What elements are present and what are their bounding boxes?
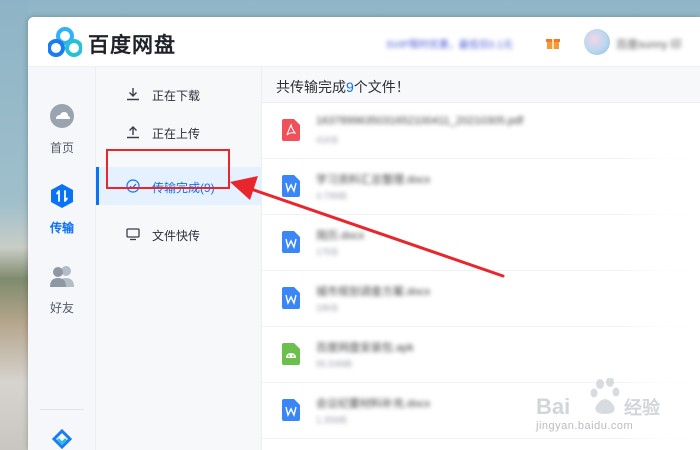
desktop-wallpaper xyxy=(0,0,28,450)
submenu-label-downloading: 正在下载 xyxy=(152,89,201,103)
file-size: 95.54MB xyxy=(316,359,353,369)
transfer-submenu: 正在下载 正在上传 传输完成(9) 文件快传 xyxy=(96,67,262,450)
username-tail: 印 xyxy=(670,39,682,51)
word-file-icon xyxy=(282,231,300,253)
submenu-quick-transfer[interactable]: 文件快传 xyxy=(96,215,262,253)
file-name: 1637899635031652100411_20210305.pdf xyxy=(316,115,524,127)
submenu-label-uploading: 正在上传 xyxy=(152,127,201,141)
file-size: 18KB xyxy=(316,303,339,313)
file-name: 会议纪要材料补充.docx xyxy=(316,398,431,410)
apk-file-icon xyxy=(282,343,300,365)
title-prefix: 共传输完成 xyxy=(276,79,346,95)
nav-item-friends[interactable]: 好友 xyxy=(28,263,96,323)
file-name: 百度网盘安装包.apk xyxy=(316,342,414,354)
transfer-icon xyxy=(51,184,73,208)
baidu-netdisk-logo-icon xyxy=(48,27,82,57)
content-header: 共传输完成9个文件！ xyxy=(262,67,700,103)
file-name: 城市规划调查方案.docx xyxy=(316,286,431,298)
word-file-icon xyxy=(282,175,300,197)
file-name: 简历.docx xyxy=(316,230,365,242)
username[interactable]: 百度sunny 印 xyxy=(616,36,681,52)
app-brand-name: 百度网盘 xyxy=(88,34,176,57)
svip-promo-link[interactable]: SVIP限时优惠，最低仅0.1元 xyxy=(386,36,513,51)
username-text: 百度sunny xyxy=(616,39,668,51)
word-file-icon xyxy=(282,287,300,309)
file-size: 1.35MB xyxy=(316,415,348,425)
nav-label-friends: 好友 xyxy=(49,301,74,315)
title-suffix: 个文件！ xyxy=(353,79,410,95)
pdf-file-icon xyxy=(282,119,300,141)
file-size: 17KB xyxy=(316,247,339,257)
file-size: 4.79MB xyxy=(316,191,348,201)
file-size: 41KB xyxy=(316,135,339,145)
nav-item-transfer[interactable]: 传输 xyxy=(28,183,96,243)
upload-icon xyxy=(127,126,139,139)
user-avatar[interactable] xyxy=(584,29,610,55)
main-nav: 首页 传输 好友 xyxy=(28,67,96,450)
cloud-home-icon xyxy=(50,104,74,128)
submenu-uploading[interactable]: 正在上传 xyxy=(96,113,262,151)
nav-label-transfer: 传输 xyxy=(49,221,74,235)
watermark-url: jingyan.baidu.com xyxy=(536,420,634,432)
annotation-highlight-box xyxy=(106,149,230,189)
monitor-icon xyxy=(126,228,140,241)
app-header: 百度网盘 SVIP限时优惠，最低仅0.1元 百度sunny 印 xyxy=(28,17,700,67)
file-name: 学习资料汇总整理.docx xyxy=(316,174,431,186)
completed-count: 9 xyxy=(346,79,354,95)
gift-icon[interactable] xyxy=(546,36,560,50)
friends-icon xyxy=(50,266,74,287)
nav-label-home: 首页 xyxy=(49,141,74,155)
watermark-brand-prefix: Bai xyxy=(536,394,570,419)
watermark-brand-suffix: 经验 xyxy=(624,397,661,419)
nav-divider xyxy=(40,409,84,410)
baidu-jingyan-watermark: Bai 经验 xyxy=(536,378,661,419)
submenu-label-quick-transfer: 文件快传 xyxy=(152,229,201,243)
word-file-icon xyxy=(282,399,300,421)
nav-item-home[interactable]: 首页 xyxy=(28,103,96,163)
download-icon xyxy=(127,88,139,101)
completed-count-title: 共传输完成9个文件！ xyxy=(276,77,410,97)
app-center-icon[interactable] xyxy=(52,429,72,449)
submenu-downloading[interactable]: 正在下载 xyxy=(96,75,262,113)
